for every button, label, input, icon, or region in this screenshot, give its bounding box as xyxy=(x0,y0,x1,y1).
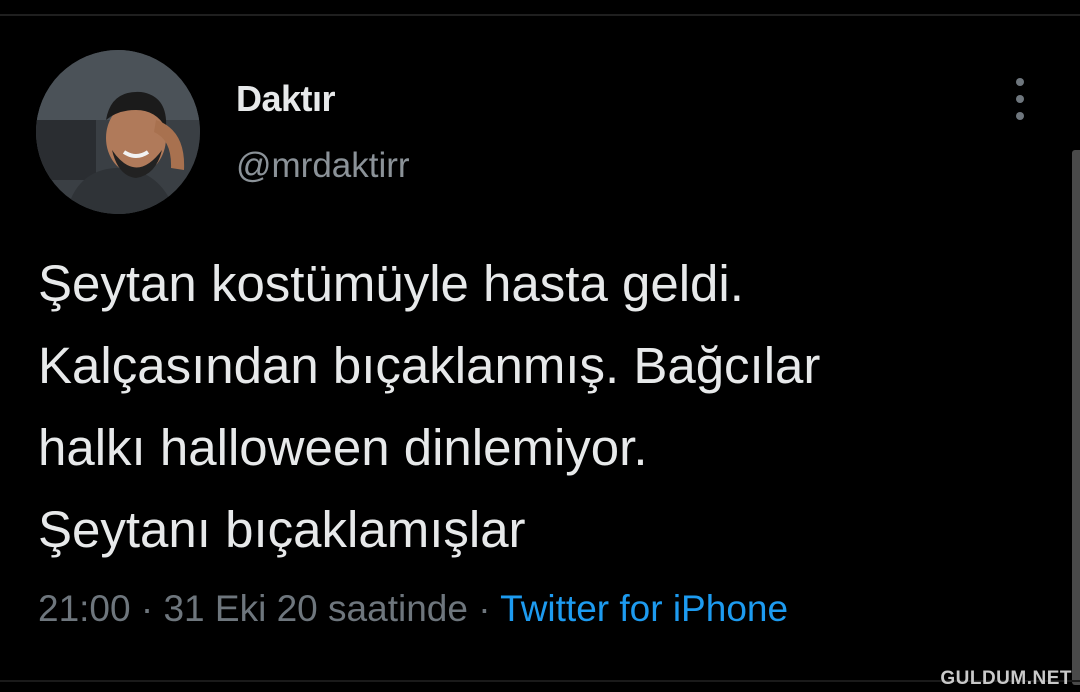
more-dot xyxy=(1016,78,1024,86)
tweet-line: Kalçasından bıçaklanmış. Bağcılar xyxy=(38,337,821,394)
meta-separator: · xyxy=(467,588,501,629)
top-divider xyxy=(0,14,1080,16)
tweet-source-link[interactable]: Twitter for iPhone xyxy=(500,588,788,629)
scrollbar[interactable] xyxy=(1072,150,1080,685)
more-dot xyxy=(1016,112,1024,120)
more-dot xyxy=(1016,95,1024,103)
tweet-text: Şeytan kostümüyle hasta geldi. Kalçasınd… xyxy=(38,243,1048,571)
bottom-divider xyxy=(0,680,1080,682)
tweet-line: halkı halloween dinlemiyor. xyxy=(38,419,648,476)
tweet-line: Şeytanı bıçaklamışlar xyxy=(38,501,526,558)
user-handle[interactable]: @mrdaktirr xyxy=(236,146,410,186)
tweet-meta: 21:00 · 31 Eki 20 saatinde · Twitter for… xyxy=(38,588,788,630)
display-name[interactable]: Daktır xyxy=(236,78,336,120)
watermark: GULDUM.NET xyxy=(940,668,1072,689)
profile-photo xyxy=(36,50,200,214)
avatar[interactable] xyxy=(36,50,200,214)
meta-separator: · xyxy=(130,588,164,629)
tweet-date[interactable]: 31 Eki 20 saatinde xyxy=(163,588,467,629)
tweet-line: Şeytan kostümüyle hasta geldi. xyxy=(38,255,744,312)
tweet-time[interactable]: 21:00 xyxy=(38,588,131,629)
more-options-icon[interactable] xyxy=(1008,78,1032,120)
